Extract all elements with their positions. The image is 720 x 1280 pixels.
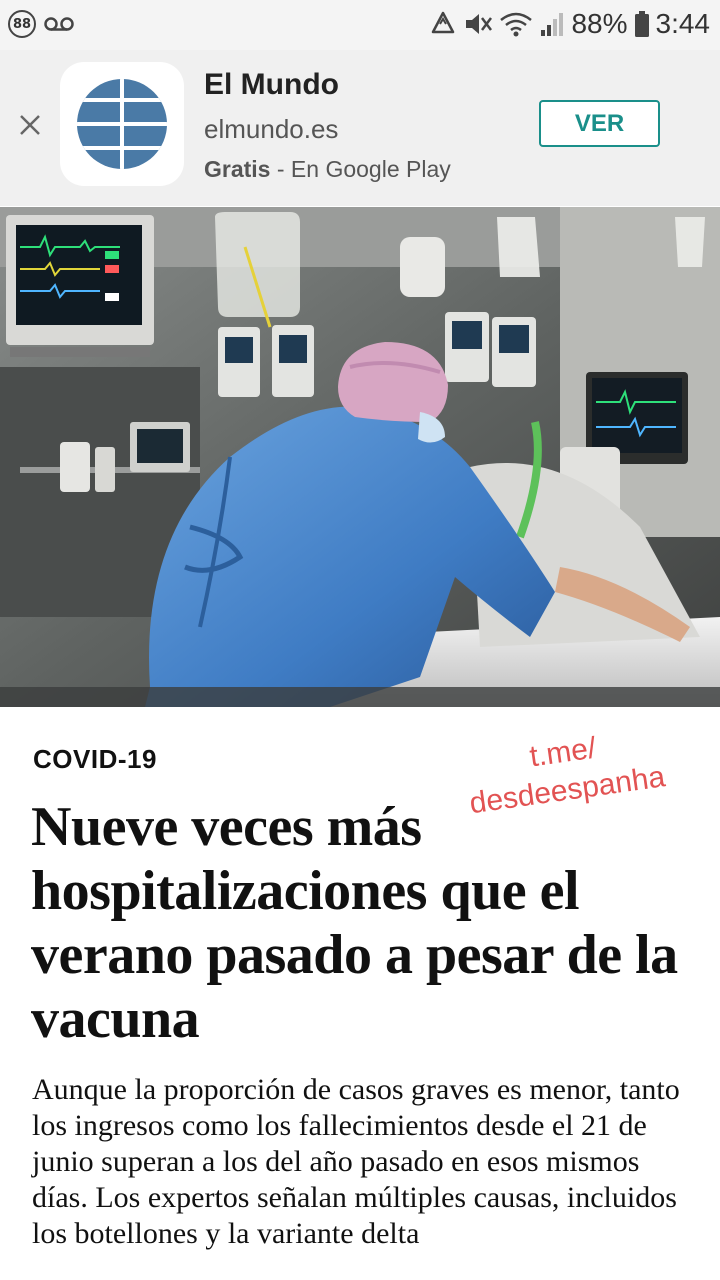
- notification-count-badge: 88: [8, 10, 36, 38]
- app-store-info: Gratis - En Google Play: [204, 156, 451, 183]
- battery-percent: 88%: [571, 8, 628, 39]
- photo-icu: [0, 207, 720, 707]
- recycle-icon: [432, 11, 455, 34]
- app-store-text: - En Google Play: [270, 156, 451, 182]
- hero-image[interactable]: [0, 207, 720, 707]
- article-lede: Aunque la proporción de casos graves es …: [32, 1073, 680, 1250]
- signal-icon: [541, 13, 564, 36]
- app-icon[interactable]: [60, 62, 184, 186]
- status-right: 88% 3:44: [429, 8, 710, 40]
- voicemail-icon: [44, 17, 74, 31]
- section-label[interactable]: COVID-19: [33, 744, 157, 775]
- status-left: 88: [8, 10, 74, 38]
- app-name: El Mundo: [204, 68, 339, 101]
- article-headline[interactable]: Nueve veces más hospitalizaciones que el…: [31, 795, 701, 1051]
- app-domain: elmundo.es: [204, 114, 339, 144]
- clock: 3:44: [655, 8, 711, 39]
- app-install-banner: El Mundo elmundo.es Gratis - En Google P…: [0, 50, 720, 206]
- wifi-icon: [500, 12, 533, 37]
- mute-icon: [466, 14, 493, 34]
- ver-button[interactable]: VER: [539, 100, 660, 147]
- battery-icon: [634, 11, 649, 37]
- close-icon[interactable]: [14, 109, 46, 141]
- el-mundo-globe-icon: [77, 79, 167, 169]
- app-price: Gratis: [204, 156, 271, 182]
- status-bar: 88 88% 3:44: [0, 0, 720, 50]
